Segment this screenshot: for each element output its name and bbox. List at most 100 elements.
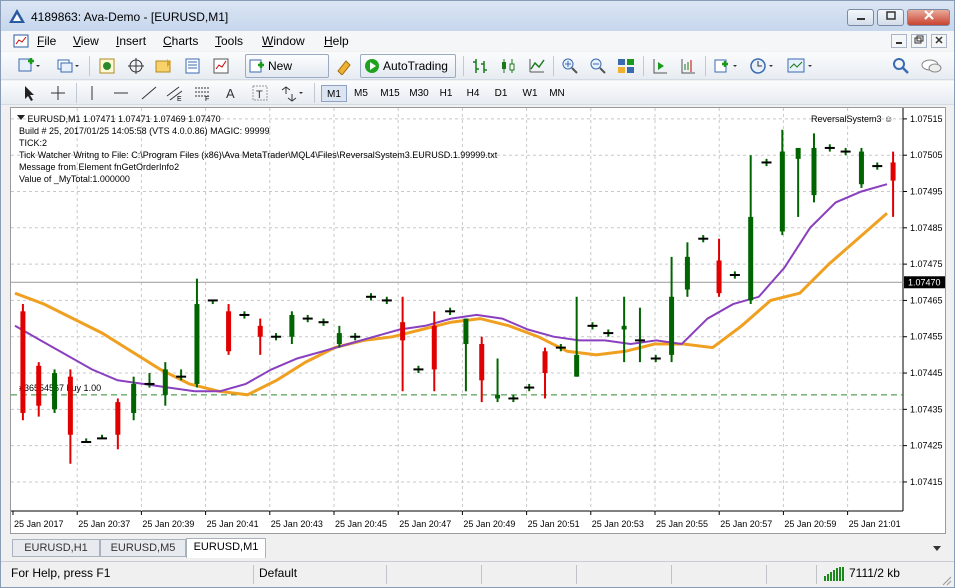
candle-doji (81, 441, 92, 444)
chart-shift-icon[interactable] (679, 57, 697, 75)
metaeditor-icon[interactable] (335, 57, 353, 75)
candle-doji (176, 375, 187, 378)
candle-doji (271, 335, 282, 338)
tab-eurusd-h1[interactable]: EURUSD,H1 (12, 539, 100, 557)
crosshair-icon[interactable] (49, 84, 67, 102)
tile-windows-icon[interactable] (617, 57, 635, 75)
candle-body (289, 314, 295, 337)
menu-view[interactable]: View (73, 34, 99, 48)
tab-scroll-icon[interactable] (932, 543, 942, 553)
standard-toolbar: New Order AutoTrading (1, 52, 954, 95)
profiles-icon[interactable] (56, 57, 80, 75)
y-tick-label: 1.07425 (910, 441, 943, 451)
y-tick-label: 1.07505 (910, 150, 943, 160)
timeframe-m1[interactable]: M1 (321, 85, 347, 102)
candle-doji (872, 165, 883, 168)
tab-eurusd-m1[interactable]: EURUSD,M1 (186, 538, 266, 558)
y-tick-label: 1.07435 (910, 404, 943, 414)
resize-grip-icon[interactable] (941, 575, 952, 586)
text-label-icon[interactable]: T (251, 84, 269, 102)
zoom-out-icon[interactable] (589, 57, 607, 75)
text-tool-icon[interactable]: A (223, 84, 239, 102)
autotrading-button[interactable]: AutoTrading (360, 54, 456, 78)
crosshair-target-icon[interactable] (127, 57, 145, 75)
x-tick-label: 25 Jan 20:39 (142, 519, 194, 529)
bar-chart-icon[interactable] (471, 57, 489, 75)
x-tick-label: 25 Jan 2017 (14, 519, 64, 529)
tab-eurusd-m5[interactable]: EURUSD,M5 (100, 539, 186, 557)
candle-doji (144, 382, 155, 385)
candle-body (115, 402, 121, 435)
fibonacci-icon[interactable]: F (193, 84, 213, 102)
timeframe-d1[interactable]: D1 (489, 85, 513, 102)
maximize-button[interactable] (877, 9, 904, 26)
maximize-icon (885, 11, 896, 20)
search-icon[interactable] (892, 57, 910, 75)
expert-advisor-label[interactable]: ReversalSystem3 ☺ (811, 113, 893, 125)
menu-tools[interactable]: Tools (215, 34, 243, 48)
current-price-label: 1.07470 (908, 277, 941, 287)
navigator-icon[interactable] (155, 57, 173, 75)
candle-doji (524, 386, 535, 389)
candle-body (257, 325, 263, 337)
menu-charts[interactable]: Charts (163, 34, 198, 48)
candle-body (194, 304, 200, 384)
new-order-button[interactable]: New Order (245, 54, 329, 95)
market-watch-icon[interactable] (98, 57, 116, 75)
minimize-button[interactable] (847, 9, 874, 26)
menu-help[interactable]: Help (324, 34, 349, 48)
x-tick-label: 25 Jan 20:47 (399, 519, 451, 529)
window-title: 4189863: Ava-Demo - [EURUSD,M1] (31, 10, 229, 24)
timeframe-m15[interactable]: M15 (376, 85, 404, 102)
candle-doji (508, 397, 519, 400)
candle-body (36, 365, 42, 406)
timeframe-h1[interactable]: H1 (434, 85, 458, 102)
candle-body (684, 256, 690, 290)
auto-scroll-icon[interactable] (651, 57, 669, 75)
indicators-icon[interactable] (713, 57, 739, 75)
timeframe-w1[interactable]: W1 (517, 85, 543, 102)
y-tick-label: 1.07445 (910, 368, 943, 378)
vertical-line-icon[interactable] (85, 84, 99, 102)
candle-doji (729, 274, 740, 277)
line-chart-icon[interactable] (528, 57, 546, 75)
price-chart[interactable]: 1.07515 1.07505 1.07495 1.07485 1.07475 1.074… (10, 107, 946, 534)
cursor-arrow-icon[interactable] (21, 84, 37, 102)
periods-clock-icon[interactable] (749, 57, 775, 75)
horizontal-line-icon[interactable] (112, 84, 130, 102)
timeframe-m30[interactable]: M30 (405, 85, 433, 102)
mdi-close-button[interactable] (931, 34, 947, 48)
x-tick-label: 25 Jan 21:01 (849, 519, 901, 529)
timeframe-mn[interactable]: MN (544, 85, 570, 102)
mdi-minimize-button[interactable] (891, 34, 907, 48)
app-logo-icon (9, 9, 25, 23)
strategy-tester-icon[interactable] (212, 57, 230, 75)
candle-body (162, 369, 168, 395)
trendline-icon[interactable] (140, 84, 158, 102)
chart-window-icon[interactable] (13, 33, 29, 49)
menu-window[interactable]: Window (262, 34, 305, 48)
zoom-in-icon[interactable] (561, 57, 579, 75)
y-tick-label: 1.07495 (910, 187, 943, 197)
timeframe-m5[interactable]: M5 (349, 85, 373, 102)
arrows-icon[interactable] (279, 84, 305, 102)
terminal-icon[interactable] (184, 57, 202, 75)
restore-icon (914, 35, 924, 44)
menu-file[interactable]: File (37, 34, 56, 48)
chart-symbol-header[interactable]: EURUSD,M1 1.07471 1.07471 1.07469 1.0747… (17, 113, 221, 125)
menu-insert[interactable]: Insert (116, 34, 146, 48)
chat-icon[interactable] (921, 57, 943, 75)
title-bar[interactable]: 4189863: Ava-Demo - [EURUSD,M1] (1, 1, 954, 31)
candle-body (669, 296, 675, 355)
status-bar: For Help, press F1 Default 7111/2 kb (1, 561, 954, 587)
candle-doji (207, 299, 218, 302)
close-icon (923, 10, 934, 20)
close-button[interactable] (907, 9, 950, 26)
templates-icon[interactable] (787, 57, 815, 75)
mdi-restore-button[interactable] (911, 34, 927, 48)
connection-bars-icon[interactable] (824, 567, 846, 581)
candlestick-chart-icon[interactable] (499, 57, 517, 75)
timeframe-h4[interactable]: H4 (461, 85, 485, 102)
new-chart-icon[interactable] (17, 57, 41, 75)
equidistant-channel-icon[interactable]: E (165, 84, 185, 102)
